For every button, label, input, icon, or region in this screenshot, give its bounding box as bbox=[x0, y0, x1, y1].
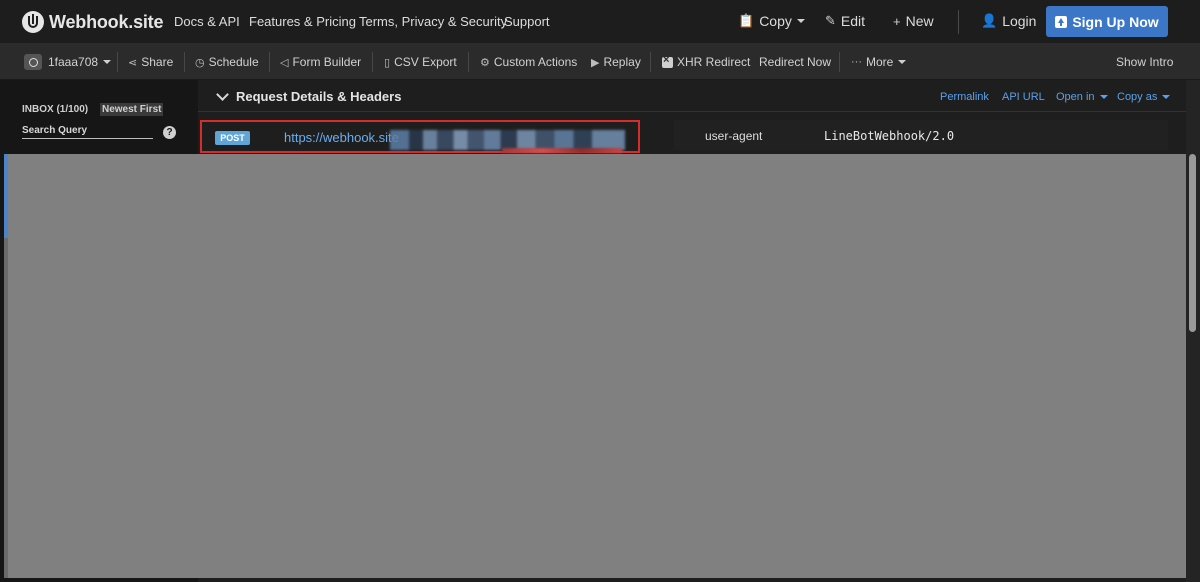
open-in-dropdown[interactable]: Open in bbox=[1056, 91, 1108, 103]
more-label: More bbox=[866, 55, 894, 69]
toolbar-divider bbox=[650, 52, 651, 72]
sign-up-label: Sign Up Now bbox=[1072, 13, 1159, 30]
clipboard-icon: 📋 bbox=[738, 13, 755, 28]
help-icon[interactable]: ? bbox=[163, 126, 176, 139]
copy-as-label: Copy as bbox=[1117, 91, 1158, 103]
token-label: 1faaa708 bbox=[48, 55, 99, 69]
xhr-redirect-button[interactable]: XHR Redirect bbox=[662, 54, 751, 69]
inbox-count: INBOX (1/100) bbox=[22, 104, 89, 115]
caret-down-icon bbox=[103, 60, 112, 64]
edit-button[interactable]: ✎ Edit bbox=[825, 13, 865, 29]
share-label: Share bbox=[141, 55, 174, 69]
copy-as-dropdown[interactable]: Copy as bbox=[1117, 91, 1171, 103]
schedule-button[interactable]: ◷ Schedule bbox=[195, 55, 259, 69]
permalink-link[interactable]: Permalink bbox=[940, 91, 989, 103]
sort-toggle[interactable]: Newest First bbox=[100, 103, 164, 116]
section-title: Request Details & Headers bbox=[236, 89, 402, 104]
redirect-now-label: Redirect Now bbox=[759, 55, 832, 69]
brand-name: Webhook.site bbox=[49, 11, 164, 32]
action-toolbar: 1faaa708 ⋖ Share ◷ Schedule ◁ Form Build… bbox=[0, 44, 1200, 80]
section-header: Request Details & Headers Permalink API … bbox=[198, 80, 1186, 112]
request-url-row: POST https://webhook.site bbox=[200, 120, 640, 153]
custom-actions-button[interactable]: ⚙ Custom Actions bbox=[480, 55, 577, 69]
toolbar-divider bbox=[839, 52, 840, 72]
open-in-label: Open in bbox=[1056, 91, 1095, 103]
toolbar-divider bbox=[468, 52, 469, 72]
redirect-now-button[interactable]: Redirect Now bbox=[759, 55, 831, 69]
header-key: user-agent bbox=[705, 129, 763, 143]
form-builder-label: Form Builder bbox=[292, 55, 362, 69]
plus-icon: + bbox=[893, 13, 901, 29]
sign-up-button[interactable]: Sign Up Now bbox=[1046, 6, 1168, 37]
gray-overlay bbox=[8, 154, 1186, 578]
xhr-redirect-icon bbox=[662, 54, 673, 68]
clock-icon bbox=[24, 54, 42, 70]
request-url-link[interactable]: https://webhook.site bbox=[284, 130, 399, 145]
replay-label: Replay bbox=[603, 55, 641, 69]
copy-label: Copy bbox=[759, 13, 792, 29]
user-icon: 👤 bbox=[981, 13, 998, 28]
show-intro-label: Show Intro bbox=[1116, 55, 1174, 69]
show-intro-button[interactable]: Show Intro bbox=[1116, 55, 1173, 69]
toolbar-divider bbox=[184, 52, 185, 72]
nav-docs-api[interactable]: Docs & API bbox=[174, 14, 240, 29]
header-value: LineBotWebhook/2.0 bbox=[824, 129, 955, 143]
nav-features-pricing[interactable]: Features & Pricing bbox=[249, 14, 356, 29]
brand-link[interactable]: Webhook.site bbox=[22, 11, 163, 33]
section-toggle[interactable]: Request Details & Headers bbox=[216, 88, 402, 104]
custom-actions-label: Custom Actions bbox=[493, 55, 578, 69]
toolbar-divider bbox=[117, 52, 118, 72]
search-query-input[interactable]: Search Query bbox=[22, 125, 153, 139]
login-label: Login bbox=[1002, 13, 1037, 29]
edit-icon: ✎ bbox=[825, 13, 836, 28]
toolbar-divider bbox=[372, 52, 373, 72]
header-row: user-agent LineBotWebhook/2.0 bbox=[674, 120, 1168, 150]
schedule-label: Schedule bbox=[208, 55, 259, 69]
scrollbar-thumb[interactable] bbox=[1189, 154, 1196, 332]
nav-support[interactable]: Support bbox=[504, 14, 550, 29]
caret-down-icon bbox=[1162, 95, 1171, 99]
redacted-url-blur bbox=[390, 130, 625, 150]
new-label: New bbox=[905, 13, 934, 29]
caret-down-icon bbox=[796, 19, 805, 23]
caret-down-icon bbox=[1099, 95, 1108, 99]
nav-terms-privacy[interactable]: Terms, Privacy & Security bbox=[359, 14, 507, 29]
bullhorn-icon: ◁ bbox=[280, 56, 289, 69]
top-navbar: Webhook.site Docs & API Features & Prici… bbox=[0, 0, 1200, 44]
play-icon: ▶ bbox=[591, 56, 600, 69]
toolbar-divider bbox=[269, 52, 270, 72]
upload-icon bbox=[1055, 15, 1068, 28]
chevron-down-icon bbox=[216, 88, 229, 101]
ellipsis-icon: ··· bbox=[851, 56, 862, 68]
caret-down-icon bbox=[898, 60, 907, 64]
gear-icon: ⚙ bbox=[480, 56, 490, 69]
redacted-url-blur bbox=[502, 148, 622, 153]
login-button[interactable]: 👤 Login bbox=[981, 13, 1036, 29]
file-icon: ▯ bbox=[384, 56, 391, 69]
clock-outline-icon: ◷ bbox=[195, 56, 205, 69]
csv-export-button[interactable]: ▯ CSV Export bbox=[384, 55, 457, 69]
edit-label: Edit bbox=[840, 13, 866, 29]
form-builder-button[interactable]: ◁ Form Builder bbox=[280, 55, 361, 69]
navbar-divider bbox=[958, 10, 959, 34]
share-icon: ⋖ bbox=[128, 56, 138, 69]
more-dropdown[interactable]: ··· More bbox=[851, 55, 907, 69]
replay-button[interactable]: ▶ Replay bbox=[591, 55, 641, 69]
method-badge: POST bbox=[215, 131, 250, 145]
api-url-link[interactable]: API URL bbox=[1002, 91, 1045, 103]
xhr-redirect-label: XHR Redirect bbox=[677, 55, 751, 69]
csv-export-label: CSV Export bbox=[394, 55, 457, 69]
copy-dropdown-button[interactable]: 📋 Copy bbox=[738, 13, 805, 29]
token-dropdown[interactable]: 1faaa708 bbox=[24, 54, 112, 70]
share-button[interactable]: ⋖ Share bbox=[128, 55, 173, 69]
new-button[interactable]: + New bbox=[893, 13, 934, 29]
webhook-logo-icon bbox=[22, 11, 44, 33]
